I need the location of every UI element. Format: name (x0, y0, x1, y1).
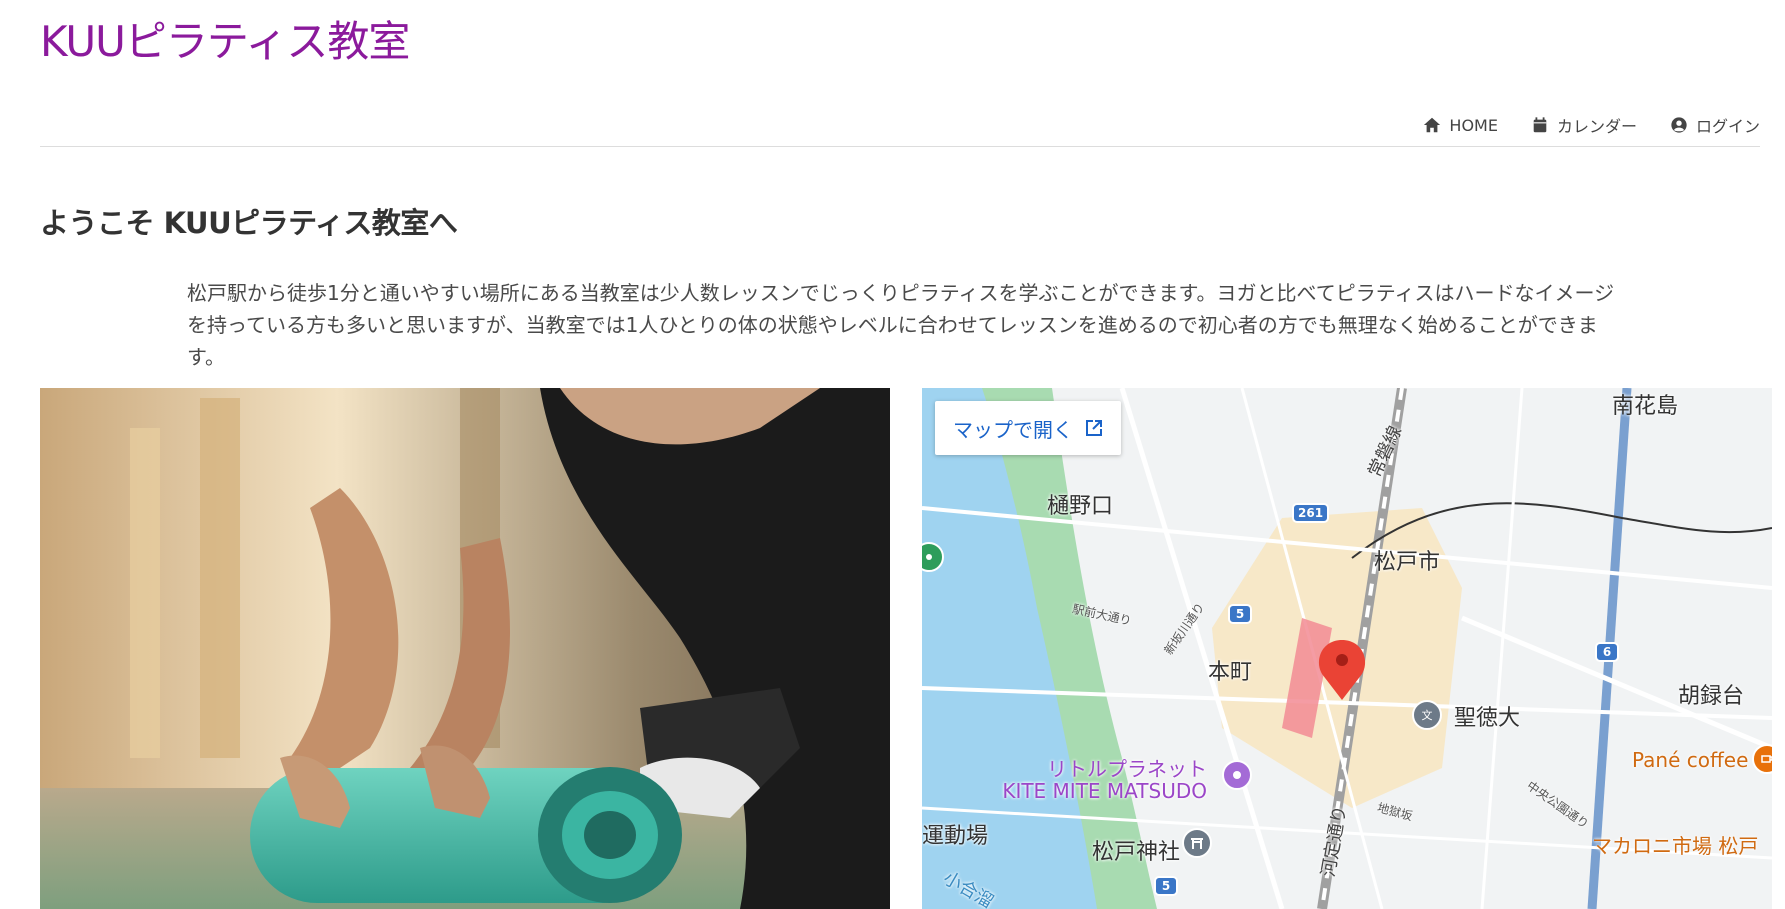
calendar-icon (1533, 117, 1547, 133)
svg-text:文: 文 (1422, 708, 1433, 722)
main-nav: HOME カレンダー ログイン (1423, 113, 1760, 137)
map-label-undojo: 運動場 (922, 824, 989, 849)
kids-facility-icon[interactable] (1222, 760, 1252, 790)
university-icon[interactable]: 文 (1412, 700, 1442, 730)
map-label-minamihanajima: 南花島 (1612, 394, 1679, 419)
shrine-icon[interactable] (1182, 828, 1212, 858)
map-label-little-planet: リトルプラネット KITE MITE MATSUDO (1002, 757, 1207, 803)
home-icon (1424, 117, 1441, 133)
map-label-hinokuchi: 樋野口 (1047, 494, 1114, 519)
header-divider (40, 146, 1760, 147)
nav-login[interactable]: ログイン (1670, 113, 1760, 137)
map-label-seitoku: 聖徳大 (1454, 706, 1521, 731)
open-in-maps-button[interactable]: マップで開く (935, 401, 1121, 455)
location-marker-icon[interactable] (1328, 636, 1356, 676)
external-link-icon (1086, 420, 1102, 436)
route-badge-6: 6 (1595, 642, 1619, 662)
map-label-pane-coffee: Pané coffee (1632, 748, 1749, 772)
open-in-maps-label: マップで開く (953, 417, 1073, 442)
map-label-macaroni: マカロニ市場 松戸 (1592, 834, 1759, 858)
location-map[interactable]: マップで開く 南花島 樋野口 松戸市 駅前大通り 新坂川通り 本町 聖徳大 胡録… (922, 388, 1772, 909)
nav-home[interactable]: HOME (1423, 116, 1498, 135)
map-label-honcho: 本町 (1208, 660, 1253, 685)
route-badge-261: 261 (1292, 503, 1330, 523)
site-title[interactable]: KUUピラティス教室 (40, 16, 410, 68)
intro-text: 松戸駅から徒歩1分と通いやすい場所にある当教室は少人数レッスンでじっくりピラティ… (187, 281, 1615, 369)
route-badge-5-south: 5 (1154, 876, 1178, 896)
map-label-matsudo-shrine: 松戸神社 (1092, 840, 1181, 865)
nav-login-label: ログイン (1695, 117, 1760, 136)
pilates-mat-photo (40, 388, 890, 909)
site-header: KUUピラティス教室 HOME カレンダー ログイン (40, 0, 1760, 147)
photo-illustration (40, 388, 890, 909)
nav-calendar-label: カレンダー (1556, 117, 1637, 136)
welcome-heading: ようこそ KUUピラティス教室へ (40, 206, 458, 240)
user-circle-icon (1671, 117, 1687, 133)
nav-home-label: HOME (1449, 115, 1498, 135)
route-badge-5-north: 5 (1228, 604, 1252, 624)
map-label-korokudai: 胡録台 (1678, 684, 1745, 709)
map-label-matsudo-city: 松戸市 (1374, 550, 1441, 575)
nav-calendar[interactable]: カレンダー (1531, 113, 1637, 137)
